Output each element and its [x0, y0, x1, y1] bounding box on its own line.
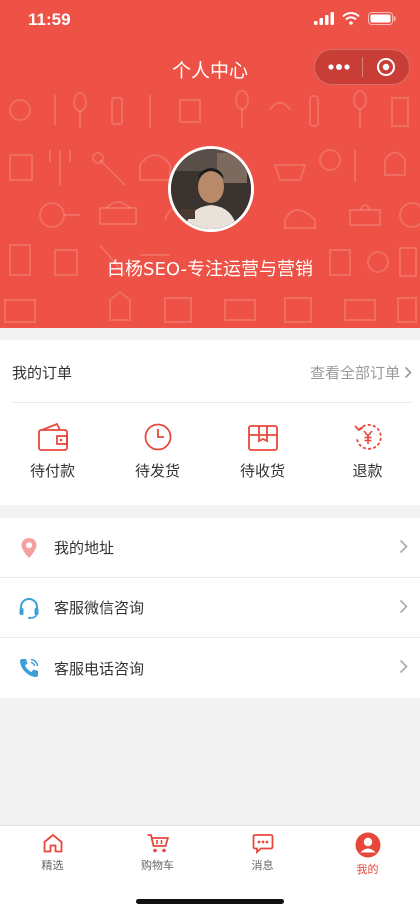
status-icons	[314, 12, 396, 25]
order-status-tabs: 待付款 待发货 待收货 退款	[0, 422, 420, 492]
order-tab-label: 待付款	[29, 462, 75, 480]
orders-title: 我的订单	[12, 364, 73, 382]
signal-icon	[314, 12, 334, 25]
view-all-orders-label: 查看全部订单	[309, 364, 400, 382]
user-icon	[355, 832, 380, 858]
tab-label: 我的	[356, 863, 379, 876]
avatar-photo	[171, 149, 251, 229]
battery-icon	[368, 12, 396, 25]
status-bar: 11:59	[0, 0, 420, 44]
chevron-right-icon	[399, 539, 408, 554]
cart-icon	[147, 834, 169, 853]
tab-mine[interactable]: 我的	[315, 832, 420, 877]
order-tab-label: 待发货	[134, 462, 180, 480]
profile-nickname: 白杨SEO-专注运营与营销	[107, 259, 313, 280]
wifi-icon	[342, 12, 360, 25]
mini-program-capsule	[314, 49, 410, 85]
message-icon	[252, 834, 273, 854]
chevron-right-icon	[399, 659, 408, 674]
headset-icon	[18, 597, 40, 619]
order-tab-pending-payment[interactable]: 待付款	[0, 422, 105, 492]
tab-cart[interactable]: 购物车	[105, 832, 210, 873]
close-mini-program-button[interactable]	[363, 49, 409, 85]
wallet-icon	[37, 422, 68, 451]
order-tab-pending-receipt[interactable]: 待收货	[210, 422, 315, 492]
tab-messages[interactable]: 消息	[210, 832, 315, 873]
refund-yen-icon	[353, 424, 382, 450]
profile-header: 11:59 个人中心 白杨SEO-专注运营与营销	[0, 0, 420, 328]
menu-item-label: 客服微信咨询	[54, 599, 145, 617]
orders-header: 我的订单 查看全部订单	[12, 340, 412, 403]
status-time: 11:59	[28, 10, 71, 29]
avatar[interactable]	[168, 146, 254, 232]
menu-item-address[interactable]: 我的地址	[0, 518, 420, 578]
order-tab-refund[interactable]: 退款	[315, 422, 420, 492]
menu-item-label: 客服电话咨询	[54, 659, 145, 678]
clock-icon	[144, 423, 171, 451]
tab-label: 消息	[251, 859, 274, 872]
more-button[interactable]	[315, 49, 362, 85]
order-tab-label: 待收货	[239, 462, 285, 480]
menu-item-label: 我的地址	[54, 539, 115, 557]
service-menu: 我的地址 客服微信咨询 客服电话咨询	[0, 518, 420, 698]
home-indicator	[136, 899, 284, 904]
my-orders-card: 我的订单 查看全部订单 待付款 待发货 待收货 退款	[0, 340, 420, 505]
phone-icon	[18, 657, 40, 679]
more-dots-icon	[327, 64, 350, 70]
home-icon	[43, 834, 62, 853]
order-tab-label: 退款	[352, 462, 383, 480]
tab-home[interactable]: 精选	[0, 832, 105, 873]
target-close-icon	[376, 58, 395, 76]
chevron-right-icon	[404, 366, 412, 379]
view-all-orders-link[interactable]: 查看全部订单	[310, 362, 412, 383]
tab-label: 精选	[41, 859, 64, 872]
tab-label: 购物车	[141, 859, 174, 872]
order-tab-pending-shipment[interactable]: 待发货	[105, 422, 210, 492]
location-pin-icon	[18, 537, 40, 559]
chevron-right-icon	[399, 599, 408, 614]
menu-item-wechat-support[interactable]: 客服微信咨询	[0, 578, 420, 638]
menu-item-phone-support[interactable]: 客服电话咨询	[0, 638, 420, 698]
package-icon	[247, 425, 278, 451]
